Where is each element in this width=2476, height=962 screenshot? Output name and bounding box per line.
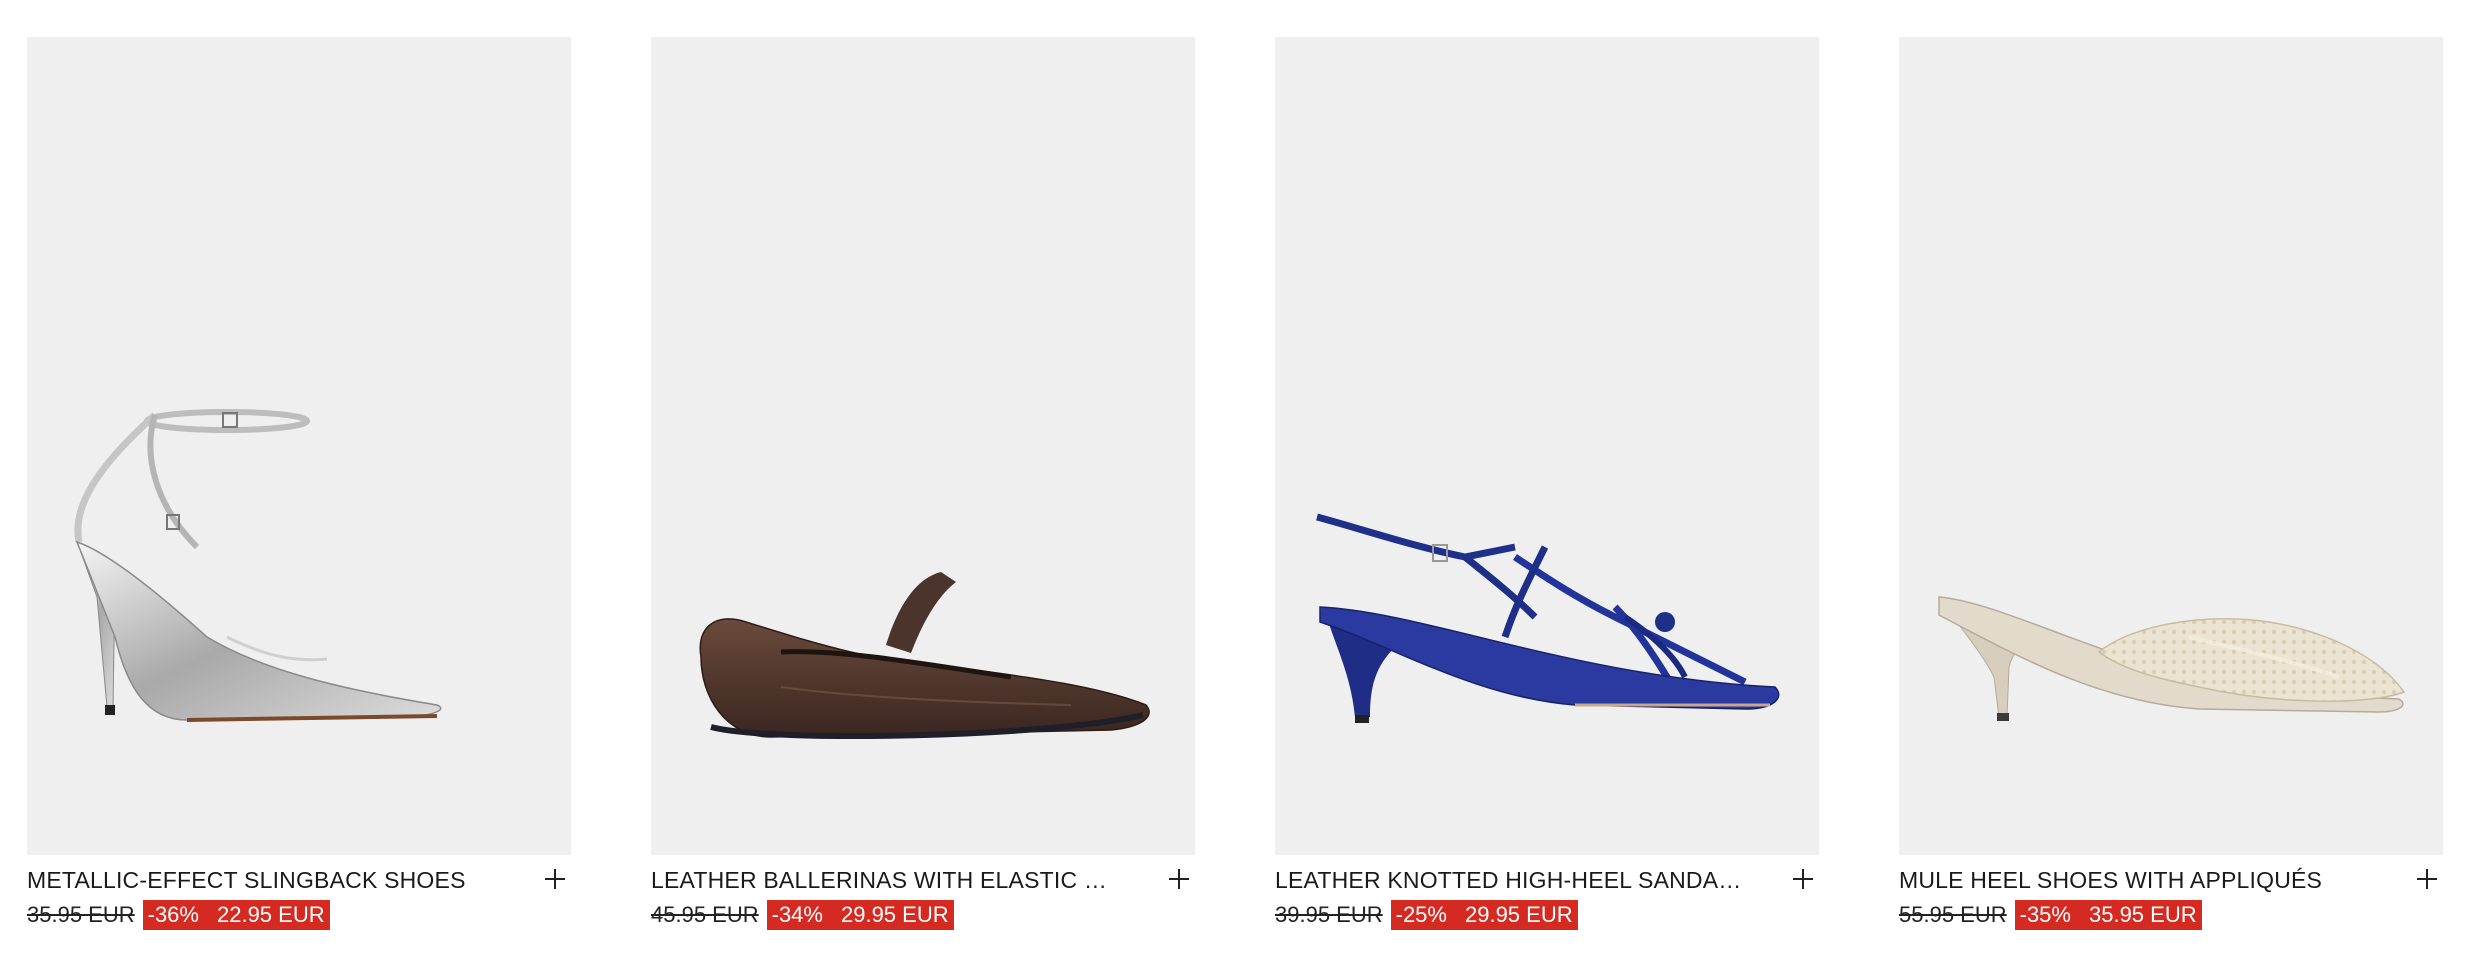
add-to-cart-plus-icon[interactable] <box>1163 863 1195 895</box>
product-info: LEATHER KNOTTED HIGH-HEEL SANDALS 39.95 … <box>1275 855 1819 935</box>
product-grid: METALLIC-EFFECT SLINGBACK SHOES 35.95 EU… <box>27 37 2443 935</box>
add-to-cart-plus-icon[interactable] <box>2411 863 2443 895</box>
product-image[interactable] <box>1899 37 2443 855</box>
product-info: MULE HEEL SHOES WITH APPLIQUÉS 55.95 EUR… <box>1899 855 2443 935</box>
sale-price: 22.95 EUR <box>216 902 325 927</box>
product-image[interactable] <box>1275 37 1819 855</box>
product-name[interactable]: METALLIC-EFFECT SLINGBACK SHOES <box>27 867 497 894</box>
product-info: METALLIC-EFFECT SLINGBACK SHOES 35.95 EU… <box>27 855 571 935</box>
discount-percent: -34% <box>771 902 823 927</box>
original-price: 39.95 EUR <box>1275 902 1383 927</box>
sale-price: 29.95 EUR <box>1464 902 1573 927</box>
original-price: 45.95 EUR <box>651 902 759 927</box>
product-card[interactable]: MULE HEEL SHOES WITH APPLIQUÉS 55.95 EUR… <box>1899 37 2443 935</box>
discount-percent: -25% <box>1395 902 1447 927</box>
price-row: 39.95 EUR -25% 29.95 EUR <box>1275 900 1578 930</box>
product-info: LEATHER BALLERINAS WITH ELASTIC ST... 45… <box>651 855 1195 935</box>
sale-price: 29.95 EUR <box>840 902 949 927</box>
discount-percent: -35% <box>2019 902 2071 927</box>
add-to-cart-plus-icon[interactable] <box>1787 863 1819 895</box>
original-price: 35.95 EUR <box>27 902 135 927</box>
sale-badge: -36% 22.95 EUR <box>142 900 330 930</box>
blue-strappy-sandal-icon <box>1316 513 1780 723</box>
cream-mule-shoe-icon <box>1938 596 2406 721</box>
product-card[interactable]: LEATHER BALLERINAS WITH ELASTIC ST... 45… <box>651 37 1195 935</box>
silver-slingback-shoe-icon <box>74 409 442 722</box>
add-to-cart-plus-icon[interactable] <box>539 863 571 895</box>
product-image[interactable] <box>651 37 1195 855</box>
original-price: 55.95 EUR <box>1899 902 2007 927</box>
discount-percent: -36% <box>147 902 199 927</box>
product-name[interactable]: LEATHER KNOTTED HIGH-HEEL SANDALS <box>1275 867 1745 894</box>
price-row: 45.95 EUR -34% 29.95 EUR <box>651 900 954 930</box>
brown-ballerina-shoe-icon <box>699 572 1150 740</box>
sale-badge: -25% 29.95 EUR <box>1390 900 1578 930</box>
product-image[interactable] <box>27 37 571 855</box>
price-row: 35.95 EUR -36% 22.95 EUR <box>27 900 330 930</box>
product-name[interactable]: LEATHER BALLERINAS WITH ELASTIC ST... <box>651 867 1121 894</box>
price-row: 55.95 EUR -35% 35.95 EUR <box>1899 900 2202 930</box>
product-name[interactable]: MULE HEEL SHOES WITH APPLIQUÉS <box>1899 867 2369 894</box>
product-card[interactable]: LEATHER KNOTTED HIGH-HEEL SANDALS 39.95 … <box>1275 37 1819 935</box>
sale-badge: -34% 29.95 EUR <box>766 900 954 930</box>
sale-price: 35.95 EUR <box>2088 902 2197 927</box>
product-card[interactable]: METALLIC-EFFECT SLINGBACK SHOES 35.95 EU… <box>27 37 571 935</box>
sale-badge: -35% 35.95 EUR <box>2014 900 2202 930</box>
